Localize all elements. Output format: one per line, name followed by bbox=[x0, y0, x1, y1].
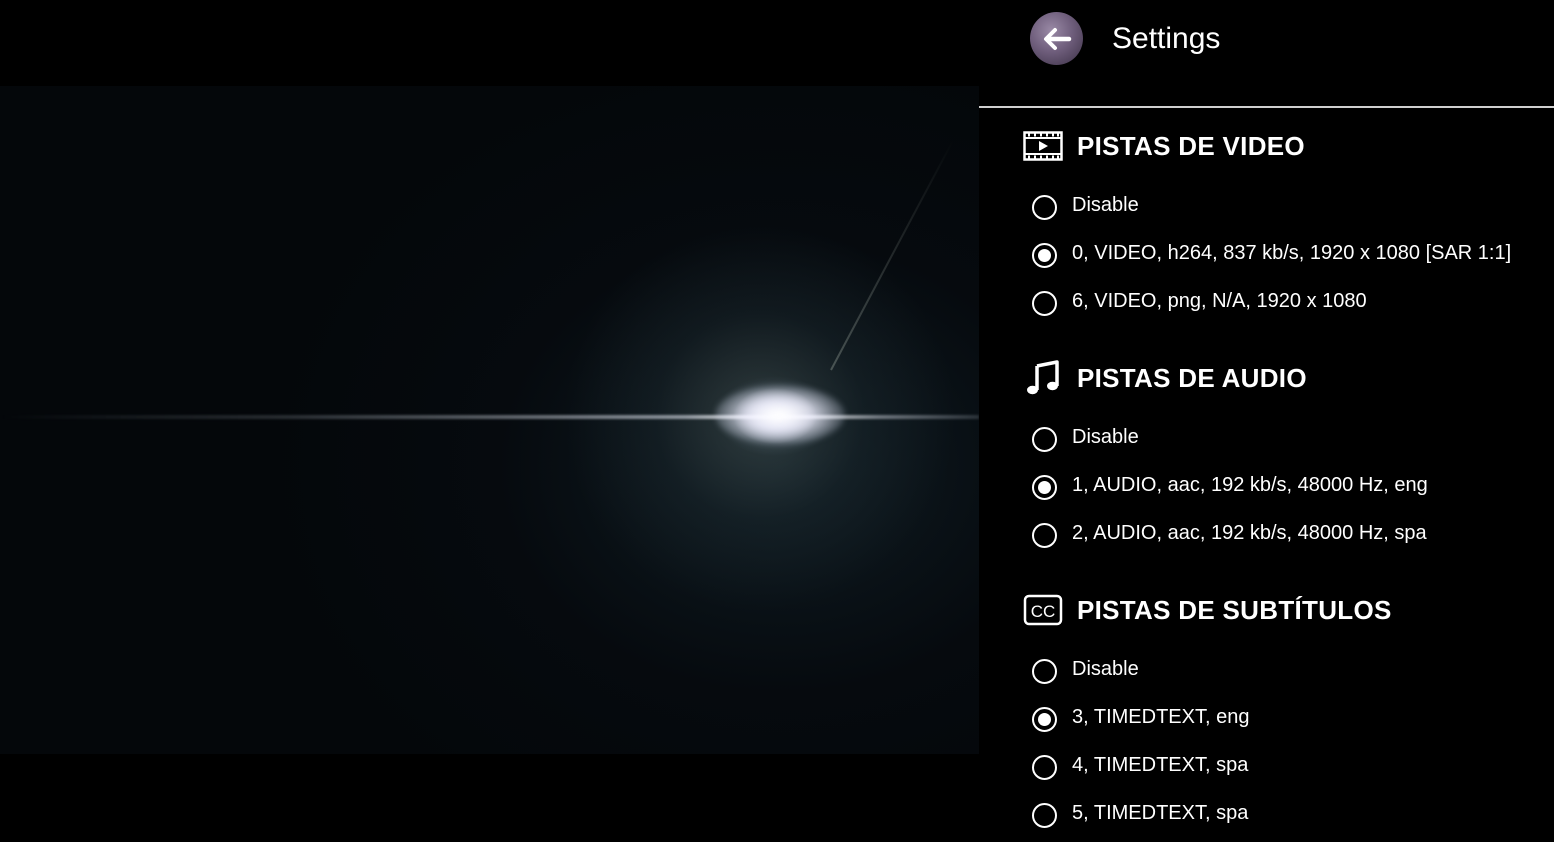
section-video-tracks: PISTAS DE VIDEO bbox=[1023, 126, 1305, 166]
option-label: 3, TIMEDTEXT, eng bbox=[1072, 705, 1250, 728]
radio-button-selected[interactable] bbox=[1032, 706, 1057, 732]
music-note-icon bbox=[1023, 360, 1063, 396]
settings-panel: Settings PISTAS DE VIDEO Disable 0, VIDE… bbox=[979, 0, 1554, 842]
option-label: Disable bbox=[1072, 193, 1139, 216]
svg-text:CC: CC bbox=[1031, 602, 1056, 621]
lens-flare-core bbox=[715, 385, 845, 445]
radio-button[interactable] bbox=[1032, 194, 1057, 220]
radio-button[interactable] bbox=[1032, 802, 1057, 828]
option-audio-track-2[interactable]: 2, AUDIO, aac, 192 kb/s, 48000 Hz, spa bbox=[1032, 517, 1427, 549]
option-label: Disable bbox=[1072, 657, 1139, 680]
section-audio-tracks: PISTAS DE AUDIO bbox=[1023, 358, 1307, 398]
film-icon bbox=[1023, 128, 1063, 164]
option-audio-track-1[interactable]: 1, AUDIO, aac, 192 kb/s, 48000 Hz, eng bbox=[1032, 469, 1428, 501]
section-subtitle-tracks: CC PISTAS DE SUBTÍTULOS bbox=[1023, 590, 1392, 630]
option-subtitle-track-5[interactable]: 5, TIMEDTEXT, spa bbox=[1032, 797, 1248, 829]
option-video-disable[interactable]: Disable bbox=[1032, 189, 1139, 221]
video-player[interactable] bbox=[0, 0, 979, 842]
radio-button[interactable] bbox=[1032, 426, 1057, 452]
option-subtitle-track-3[interactable]: 3, TIMEDTEXT, eng bbox=[1032, 701, 1249, 733]
closed-caption-icon: CC bbox=[1023, 592, 1063, 628]
option-label: 5, TIMEDTEXT, spa bbox=[1072, 801, 1249, 824]
radio-button[interactable] bbox=[1032, 522, 1057, 548]
option-label: 6, VIDEO, png, N/A, 1920 x 1080 bbox=[1072, 289, 1367, 312]
radio-button[interactable] bbox=[1032, 290, 1057, 316]
page-title: Settings bbox=[1112, 22, 1221, 55]
option-label: 4, TIMEDTEXT, spa bbox=[1072, 753, 1249, 776]
option-audio-disable[interactable]: Disable bbox=[1032, 421, 1139, 453]
option-label: 1, AUDIO, aac, 192 kb/s, 48000 Hz, eng bbox=[1072, 473, 1428, 496]
option-label: 0, VIDEO, h264, 837 kb/s, 1920 x 1080 [S… bbox=[1072, 241, 1512, 264]
arrow-left-icon bbox=[1043, 27, 1071, 50]
option-video-track-0[interactable]: 0, VIDEO, h264, 837 kb/s, 1920 x 1080 [S… bbox=[1032, 237, 1511, 269]
radio-button[interactable] bbox=[1032, 754, 1057, 780]
back-button[interactable] bbox=[1030, 12, 1083, 65]
option-video-track-6[interactable]: 6, VIDEO, png, N/A, 1920 x 1080 bbox=[1032, 285, 1367, 317]
section-title: PISTAS DE AUDIO bbox=[1077, 362, 1307, 393]
settings-header: Settings bbox=[979, 0, 1554, 108]
option-label: 2, AUDIO, aac, 192 kb/s, 48000 Hz, spa bbox=[1072, 521, 1427, 544]
radio-button[interactable] bbox=[1032, 658, 1057, 684]
radio-button-selected[interactable] bbox=[1032, 242, 1057, 268]
section-title: PISTAS DE VIDEO bbox=[1077, 130, 1305, 161]
section-title: PISTAS DE SUBTÍTULOS bbox=[1077, 594, 1392, 625]
radio-button-selected[interactable] bbox=[1032, 474, 1057, 500]
option-subtitle-disable[interactable]: Disable bbox=[1032, 653, 1139, 685]
option-subtitle-track-4[interactable]: 4, TIMEDTEXT, spa bbox=[1032, 749, 1248, 781]
option-label: Disable bbox=[1072, 425, 1139, 448]
